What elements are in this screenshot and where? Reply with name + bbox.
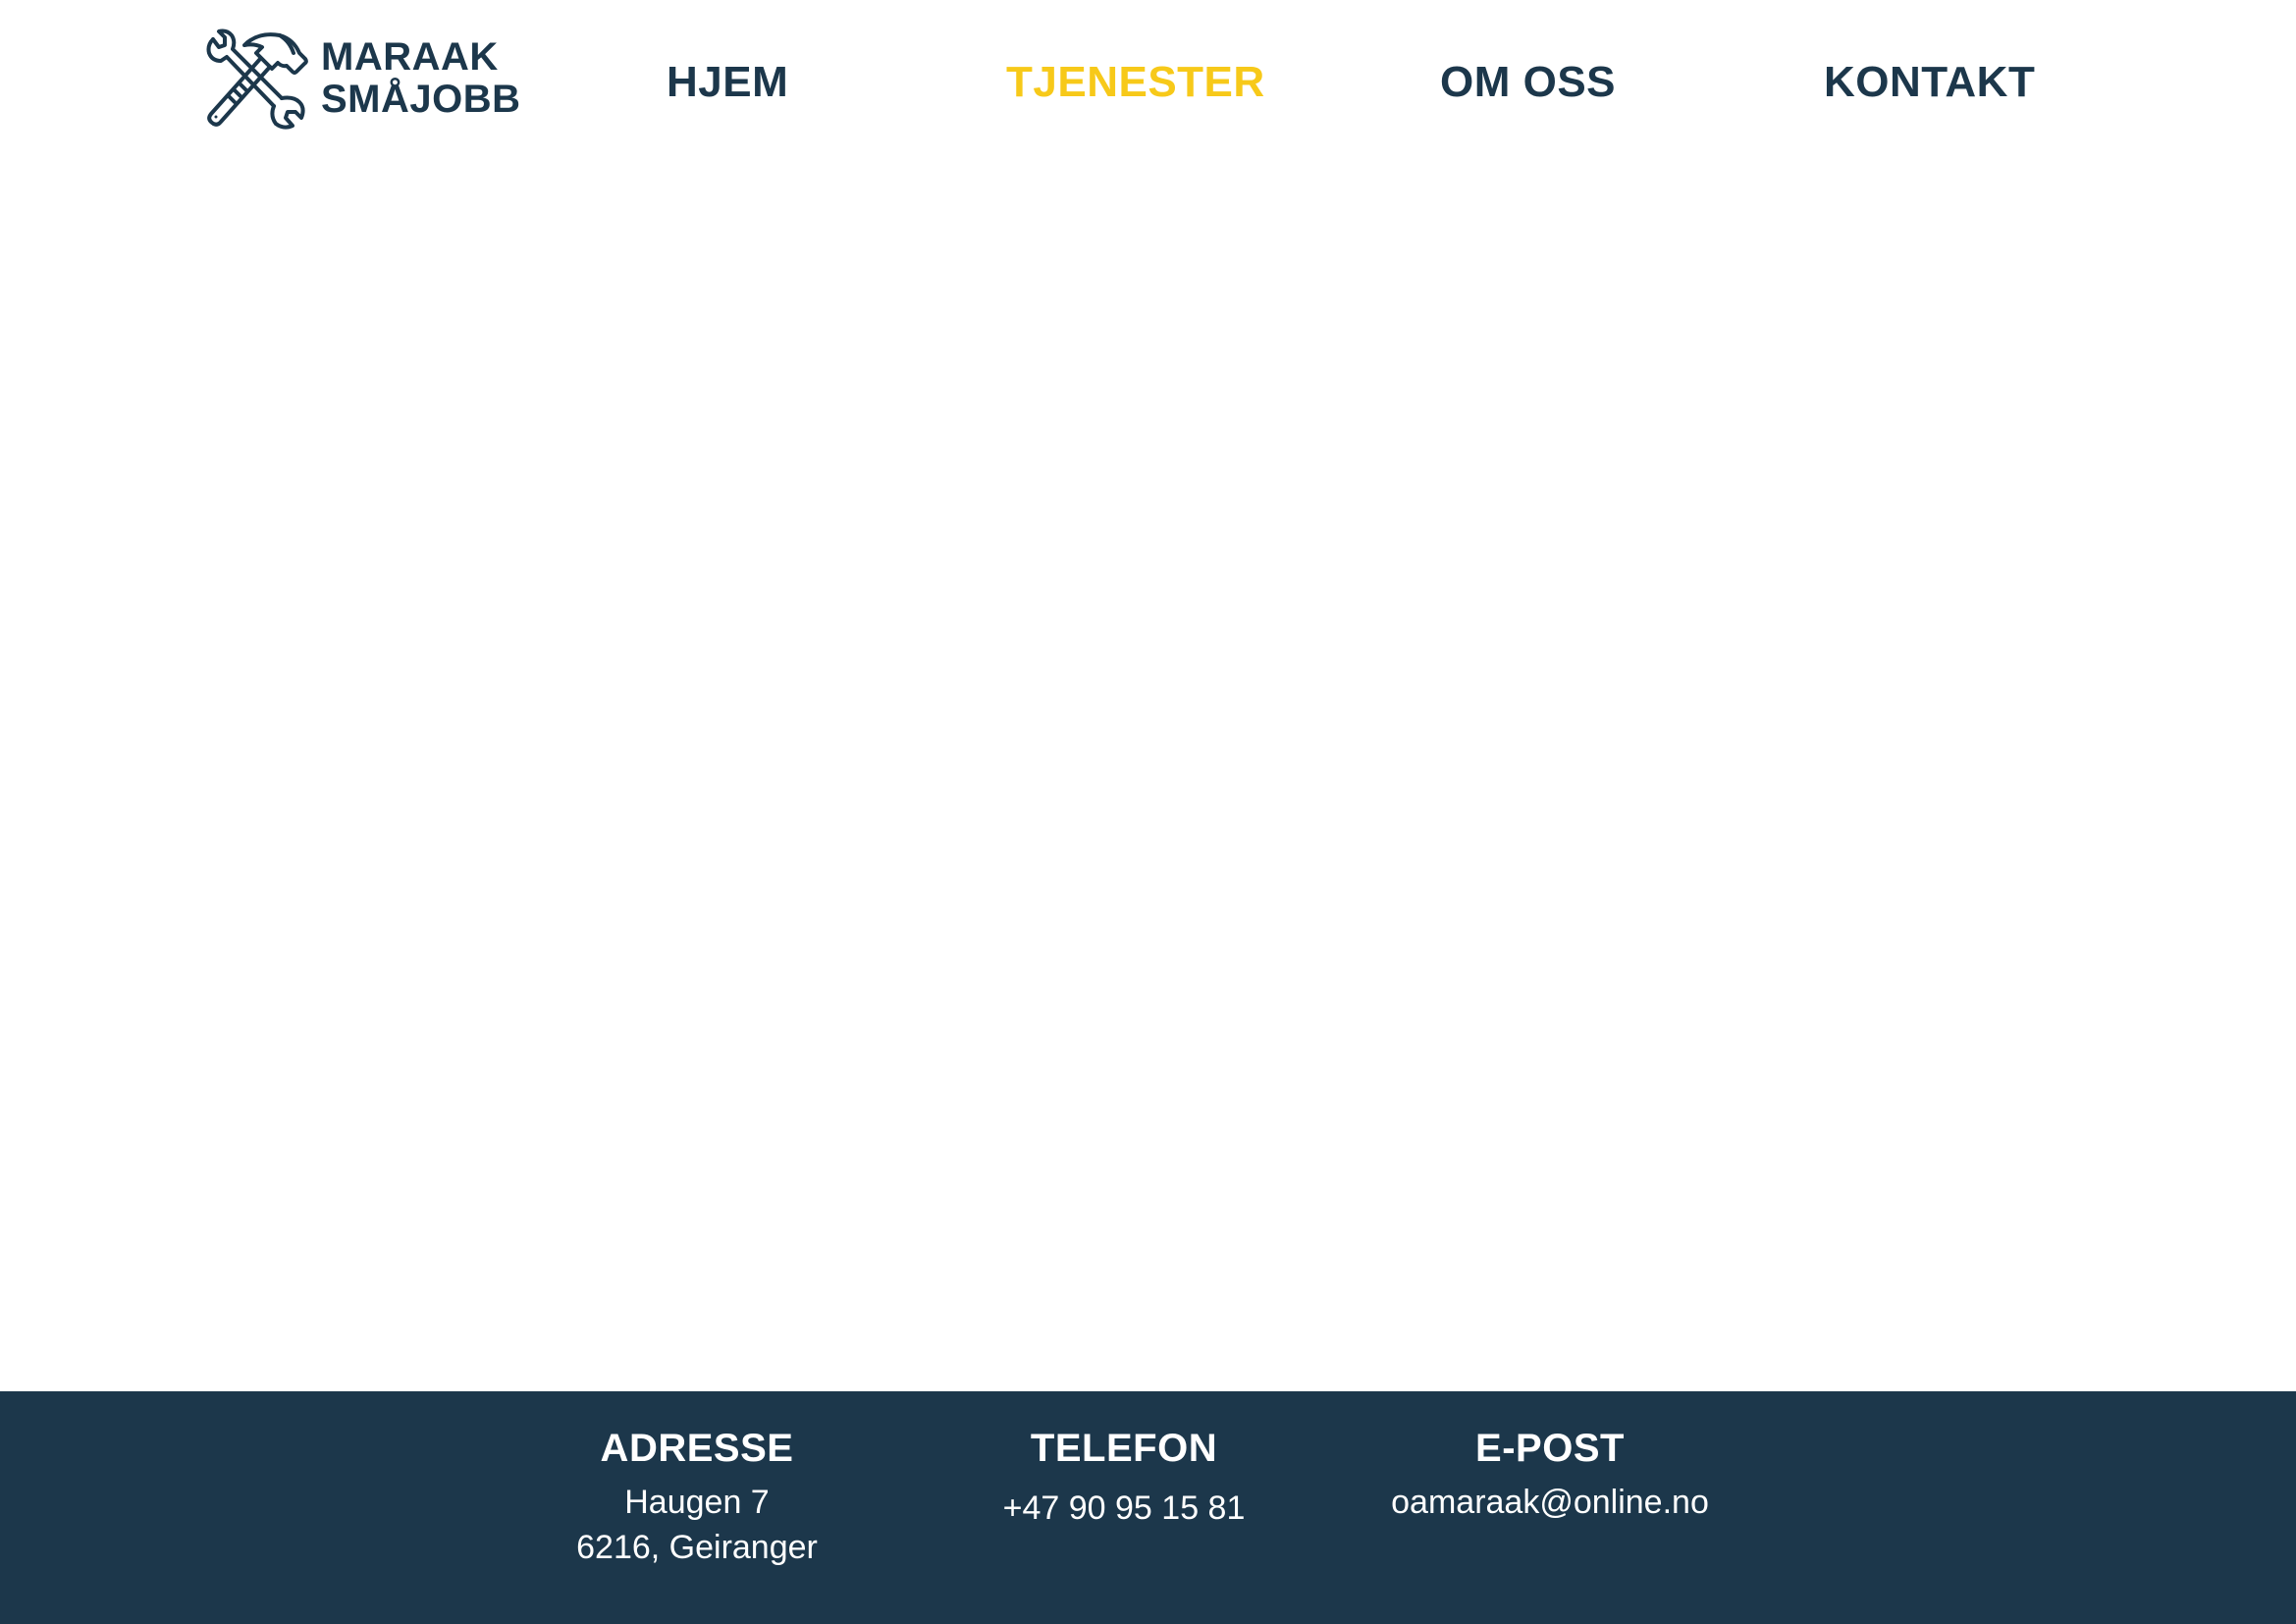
footer-address-heading: ADRESSE [600, 1427, 794, 1470]
main-content [0, 167, 2296, 1391]
footer-phone: TELEFON +47 90 95 15 81 [1003, 1421, 1246, 1531]
footer-phone-number[interactable]: +47 90 95 15 81 [1003, 1486, 1246, 1531]
footer-address: ADRESSE Haugen 7 6216, Geiranger [576, 1421, 818, 1570]
nav-link-om-oss[interactable]: OM OSS [1440, 51, 1616, 114]
logo-link[interactable]: MARAAK SMÅJOBB [199, 22, 521, 135]
nav-link-hjem[interactable]: HJEM [667, 51, 788, 114]
logo-text: MARAAK SMÅJOBB [321, 34, 521, 121]
nav-link-kontakt[interactable]: KONTAKT [1824, 51, 2035, 114]
nav-link-tjenester[interactable]: TJENESTER [1006, 51, 1265, 114]
footer-email: E-POST oamaraak@online.no [1391, 1421, 1709, 1525]
footer-phone-heading: TELEFON [1030, 1427, 1218, 1470]
logo-line-2: SMÅJOBB [321, 77, 521, 121]
footer-address-line-1: Haugen 7 [624, 1484, 770, 1521]
logo-line-1: MARAAK [321, 34, 499, 79]
page: MARAAK SMÅJOBB HJEM TJENESTER OM OSS KON… [0, 0, 2296, 1624]
site-header: MARAAK SMÅJOBB HJEM TJENESTER OM OSS KON… [0, 0, 2296, 167]
site-footer: ADRESSE Haugen 7 6216, Geiranger TELEFON… [0, 1391, 2296, 1624]
footer-email-address[interactable]: oamaraak@online.no [1391, 1480, 1709, 1525]
footer-address-line-2: 6216, Geiranger [576, 1529, 818, 1566]
footer-email-heading: E-POST [1475, 1427, 1625, 1470]
hammer-wrench-icon [206, 28, 308, 130]
